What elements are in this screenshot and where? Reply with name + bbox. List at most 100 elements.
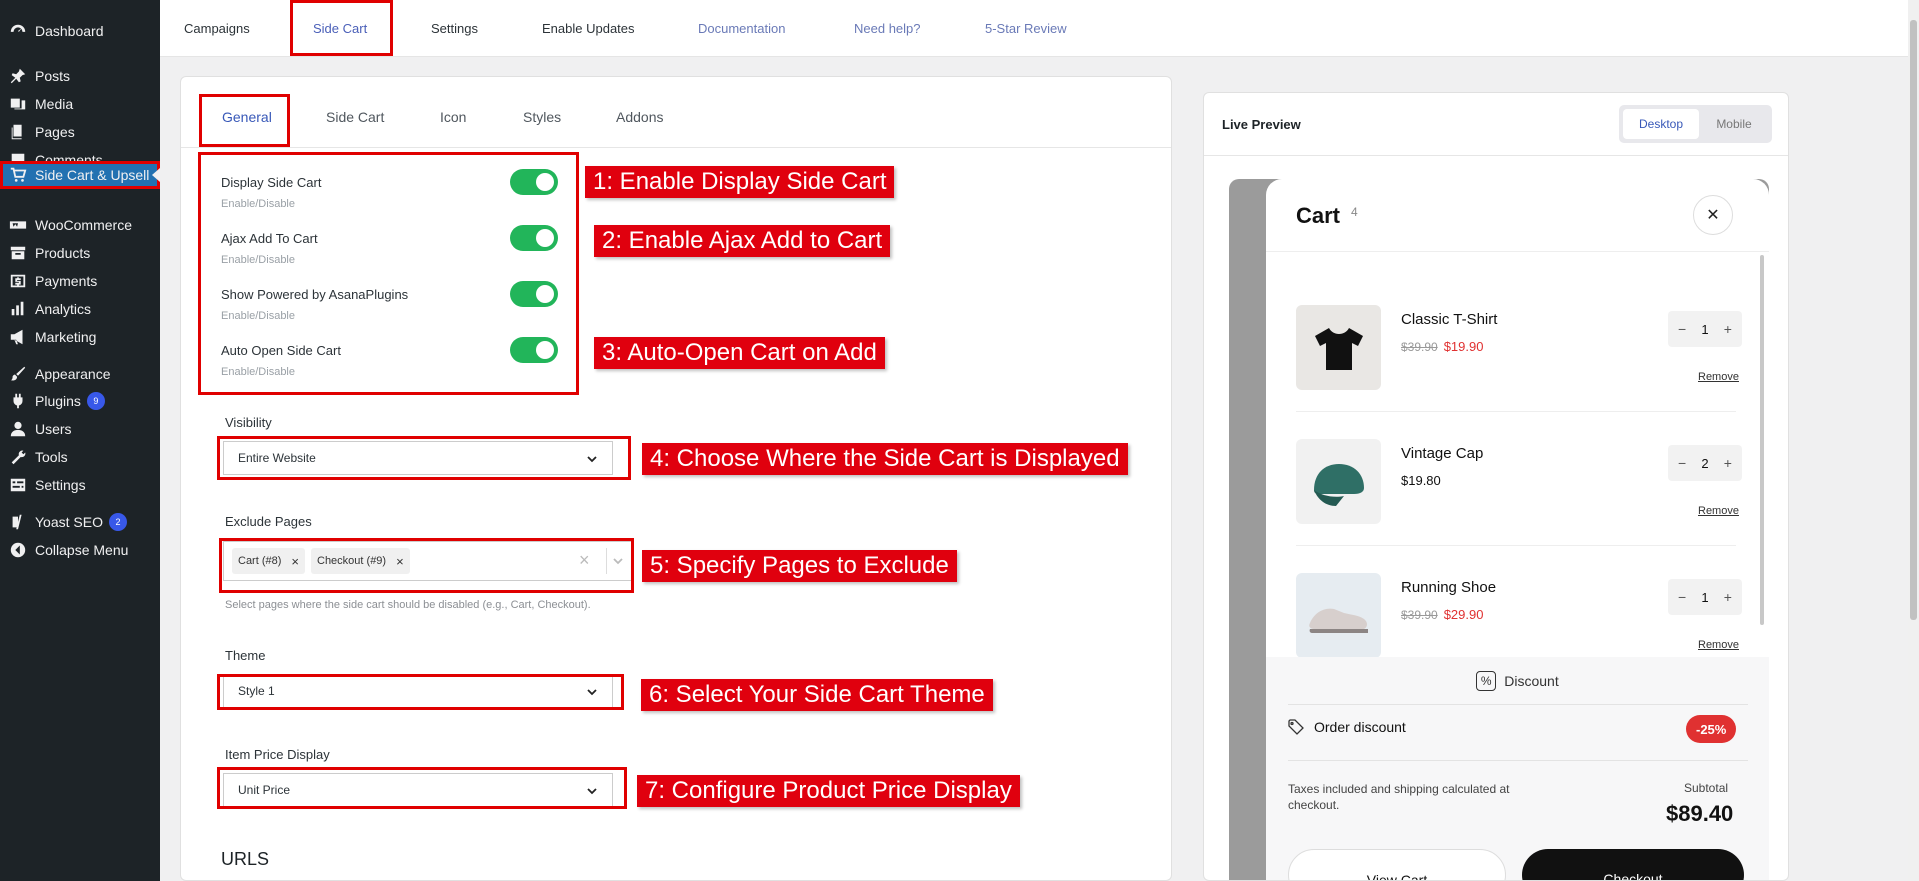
plus-icon[interactable]: + bbox=[1724, 455, 1732, 471]
sidebar-item-label: Dashboard bbox=[35, 23, 104, 39]
order-discount-row: Order discount bbox=[1288, 719, 1406, 735]
quantity-value: 1 bbox=[1701, 321, 1709, 337]
subtab-addons[interactable]: Addons bbox=[616, 92, 663, 142]
sidebar-item-media[interactable]: Media bbox=[0, 90, 160, 118]
plus-icon[interactable]: + bbox=[1724, 589, 1732, 605]
sidebar-item-label: Users bbox=[35, 421, 72, 437]
discount-toggle[interactable]: % Discount bbox=[1266, 671, 1769, 691]
quantity-stepper[interactable]: −1 + bbox=[1668, 579, 1742, 615]
sidebar-item-users[interactable]: Users bbox=[0, 415, 160, 443]
shoe-image bbox=[1296, 573, 1381, 658]
sidebar-item-label: Pages bbox=[35, 124, 75, 140]
minus-icon[interactable]: − bbox=[1678, 321, 1686, 337]
quantity-value: 1 bbox=[1701, 589, 1709, 605]
cart-count: 4 bbox=[1351, 205, 1358, 219]
sidebar-item-label: Settings bbox=[35, 477, 86, 493]
view-cart-button[interactable]: View Cart bbox=[1288, 849, 1506, 880]
sidebar-item-settings[interactable]: Settings bbox=[0, 471, 160, 499]
remove-link[interactable]: Remove bbox=[1698, 639, 1739, 651]
side-cart-drawer: Cart 4 ✕ Classic T-Shirt $39.90 $19.90 −1… bbox=[1266, 179, 1769, 880]
chart-bar-icon bbox=[8, 299, 28, 319]
highlight-frame bbox=[217, 674, 624, 710]
sidebar-item-label: Yoast SEO bbox=[35, 514, 103, 530]
sidebar-item-plugins[interactable]: Plugins 9 bbox=[0, 387, 160, 415]
item-divider bbox=[1296, 545, 1736, 546]
old-price: $39.90 bbox=[1401, 608, 1438, 622]
pages-icon bbox=[8, 122, 28, 142]
need-help-link[interactable]: Need help? bbox=[854, 0, 921, 57]
collapse-icon bbox=[8, 540, 28, 560]
device-toggle: Desktop Mobile bbox=[1619, 105, 1772, 143]
subtab-icon[interactable]: Icon bbox=[440, 92, 466, 142]
sidebar-item-side-cart-upsell[interactable]: Side Cart & Upsell bbox=[0, 161, 160, 189]
desktop-mode-button[interactable]: Desktop bbox=[1623, 109, 1699, 139]
highlight-frame bbox=[199, 94, 290, 147]
subtotal-value: $89.40 bbox=[1666, 801, 1734, 826]
sidebar-item-posts[interactable]: Posts bbox=[0, 62, 160, 90]
live-preview-panel: Live Preview Desktop Mobile Cart 4 ✕ Cla… bbox=[1203, 92, 1789, 881]
item-price: $19.80 bbox=[1401, 473, 1441, 488]
footer-divider bbox=[1288, 760, 1748, 761]
tag-icon bbox=[1288, 719, 1304, 735]
sidebar-item-label: Posts bbox=[35, 68, 71, 84]
cart-icon bbox=[8, 165, 28, 185]
tab-campaigns[interactable]: Campaigns bbox=[184, 0, 250, 57]
cart-header-divider bbox=[1266, 251, 1769, 252]
preview-divider bbox=[1204, 155, 1788, 156]
woo-icon bbox=[8, 215, 28, 235]
sidebar-item-marketing[interactable]: Marketing bbox=[0, 323, 160, 351]
five-star-review-link[interactable]: 5-Star Review bbox=[985, 0, 1067, 57]
sidebar-item-label: Plugins bbox=[35, 393, 81, 409]
sidebar-item-yoast-seo[interactable]: Yoast SEO 2 bbox=[0, 508, 160, 536]
item-price: $39.90 $19.90 bbox=[1401, 339, 1483, 354]
plus-icon[interactable]: + bbox=[1724, 321, 1732, 337]
tab-enable-updates[interactable]: Enable Updates bbox=[542, 0, 635, 57]
sidebar-item-analytics[interactable]: Analytics bbox=[0, 295, 160, 323]
sidebar-item-pages[interactable]: Pages bbox=[0, 118, 160, 146]
highlight-frame bbox=[198, 152, 579, 395]
sidebar-item-dashboard[interactable]: Dashboard bbox=[0, 17, 160, 45]
subtab-side-cart[interactable]: Side Cart bbox=[326, 92, 384, 142]
annotation-callout: 4: Choose Where the Side Cart is Display… bbox=[642, 443, 1128, 475]
visibility-label: Visibility bbox=[225, 415, 272, 430]
minus-icon[interactable]: − bbox=[1678, 455, 1686, 471]
sidebar-item-payments[interactable]: Payments bbox=[0, 267, 160, 295]
quantity-stepper[interactable]: −1 + bbox=[1668, 311, 1742, 347]
documentation-link[interactable]: Documentation bbox=[698, 0, 785, 57]
regular-price: $19.80 bbox=[1401, 473, 1441, 488]
megaphone-icon bbox=[8, 327, 28, 347]
remove-link[interactable]: Remove bbox=[1698, 371, 1739, 383]
mobile-mode-button[interactable]: Mobile bbox=[1699, 109, 1769, 139]
subtab-styles[interactable]: Styles bbox=[523, 92, 561, 142]
close-icon[interactable]: ✕ bbox=[1693, 195, 1733, 235]
sidebar-item-woocommerce[interactable]: WooCommerce bbox=[0, 211, 160, 239]
item-price: $39.90 $29.90 bbox=[1401, 607, 1483, 622]
checkout-button[interactable]: Checkout bbox=[1522, 849, 1744, 880]
sidebar-item-tools[interactable]: Tools bbox=[0, 443, 160, 471]
sidebar-item-label: Side Cart & Upsell bbox=[35, 167, 150, 183]
admin-sidebar: Dashboard Posts Media Pages Comments Sid… bbox=[0, 0, 160, 881]
sidebar-item-label: WooCommerce bbox=[35, 217, 132, 233]
minus-icon[interactable]: − bbox=[1678, 589, 1686, 605]
sidebar-item-products[interactable]: Products bbox=[0, 239, 160, 267]
pin-icon bbox=[8, 66, 28, 86]
page-scrollbar[interactable] bbox=[1908, 0, 1919, 881]
highlight-frame bbox=[217, 436, 631, 480]
sidebar-item-appearance[interactable]: Appearance bbox=[0, 360, 160, 388]
sidebar-item-label: Payments bbox=[35, 273, 98, 289]
quantity-stepper[interactable]: −2 + bbox=[1668, 445, 1742, 481]
cart-scrollbar[interactable] bbox=[1760, 255, 1764, 625]
collapse-menu-button[interactable]: Collapse Menu bbox=[0, 536, 160, 564]
quantity-value: 2 bbox=[1701, 455, 1709, 471]
plug-icon bbox=[8, 391, 28, 411]
wrench-icon bbox=[8, 447, 28, 467]
annotation-callout: 2: Enable Ajax Add to Cart bbox=[594, 225, 891, 257]
annotation-callout: 5: Specify Pages to Exclude bbox=[642, 550, 957, 582]
tab-settings[interactable]: Settings bbox=[431, 0, 478, 57]
sidebar-item-label: Tools bbox=[35, 449, 68, 465]
remove-link[interactable]: Remove bbox=[1698, 505, 1739, 517]
theme-label: Theme bbox=[225, 648, 266, 663]
tax-note: Taxes included and shipping calculated a… bbox=[1288, 782, 1510, 812]
item-divider bbox=[1296, 411, 1736, 412]
item-name: Classic T-Shirt bbox=[1401, 311, 1498, 328]
